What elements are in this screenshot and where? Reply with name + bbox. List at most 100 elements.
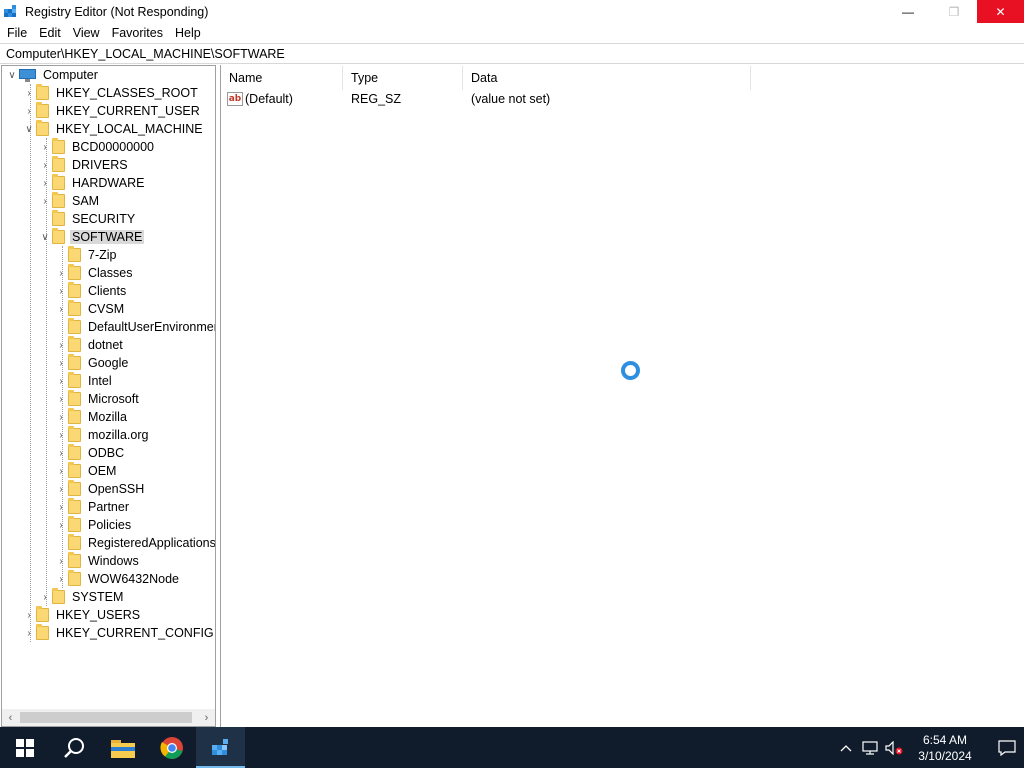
expand-chevron-icon[interactable]: › bbox=[54, 336, 68, 354]
expand-chevron-icon[interactable]: › bbox=[38, 192, 52, 210]
column-header-type[interactable]: Type bbox=[343, 66, 463, 90]
scroll-thumb[interactable] bbox=[20, 712, 192, 723]
collapse-chevron-icon[interactable]: ∨ bbox=[22, 120, 36, 138]
expand-chevron-icon[interactable]: › bbox=[22, 624, 36, 642]
tree-node-software-child[interactable]: 7-Zip bbox=[54, 246, 118, 264]
tree-node-software-child[interactable]: › Intel bbox=[54, 372, 114, 390]
expand-chevron-icon[interactable]: › bbox=[38, 156, 52, 174]
tree-node-hkcc[interactable]: › HKEY_CURRENT_CONFIG bbox=[22, 624, 215, 642]
tree-node-software-child[interactable]: › Partner bbox=[54, 498, 131, 516]
tree-node-software-child[interactable]: DefaultUserEnvironmen bbox=[54, 318, 216, 336]
tree-node-software-child[interactable]: › Policies bbox=[54, 516, 133, 534]
scroll-right-icon[interactable]: › bbox=[198, 709, 215, 726]
column-header-data[interactable]: Data bbox=[463, 66, 751, 90]
tree-node-hkcu[interactable]: › HKEY_CURRENT_USER bbox=[22, 102, 202, 120]
tree-node-software-child[interactable]: RegisteredApplications bbox=[54, 534, 215, 552]
minimize-button[interactable]: — bbox=[885, 0, 931, 23]
expand-chevron-icon[interactable]: › bbox=[54, 390, 68, 408]
regedit-icon[interactable] bbox=[196, 727, 245, 768]
notification-icon[interactable] bbox=[990, 727, 1024, 768]
tree-node-software-child[interactable]: › Windows bbox=[54, 552, 141, 570]
start-icon[interactable] bbox=[0, 727, 49, 768]
expand-chevron-icon[interactable]: › bbox=[54, 354, 68, 372]
tree-node-software-child[interactable]: › Microsoft bbox=[54, 390, 141, 408]
tree-node-bcd[interactable]: › BCD00000000 bbox=[38, 138, 156, 156]
tree-label: CVSM bbox=[88, 302, 125, 316]
tree-node-software-child[interactable]: › mozilla.org bbox=[54, 426, 150, 444]
expand-chevron-icon[interactable]: › bbox=[54, 498, 68, 516]
scroll-left-icon[interactable]: ‹ bbox=[2, 709, 19, 726]
expand-chevron-icon[interactable]: › bbox=[38, 174, 52, 192]
expand-chevron-icon[interactable]: › bbox=[54, 372, 68, 390]
expand-chevron-icon[interactable]: › bbox=[38, 588, 52, 606]
tree-label: mozilla.org bbox=[88, 428, 149, 442]
menu-file[interactable]: File bbox=[1, 23, 33, 43]
chrome-icon[interactable] bbox=[147, 727, 196, 768]
menu-help[interactable]: Help bbox=[169, 23, 207, 43]
tree-node-hardware[interactable]: › HARDWARE bbox=[38, 174, 146, 192]
tree-label: DefaultUserEnvironmen bbox=[88, 320, 216, 334]
tree-node-hklm[interactable]: ∨ HKEY_LOCAL_MACHINE bbox=[22, 120, 205, 138]
expand-chevron-icon[interactable]: › bbox=[22, 102, 36, 120]
chevron-up-icon[interactable] bbox=[834, 727, 858, 768]
expand-chevron-icon[interactable]: › bbox=[54, 552, 68, 570]
tree-node-software-child[interactable]: › ODBC bbox=[54, 444, 126, 462]
tree-node-software-child[interactable]: › Clients bbox=[54, 282, 128, 300]
tree-node-software-child[interactable]: › OpenSSH bbox=[54, 480, 146, 498]
maximize-button[interactable]: ❐ bbox=[931, 0, 977, 23]
horizontal-scrollbar[interactable]: ‹ › bbox=[2, 709, 215, 726]
file-explorer-icon[interactable] bbox=[98, 727, 147, 768]
tree-node-computer[interactable]: ∨ Computer bbox=[5, 66, 100, 84]
tree-node-sam[interactable]: › SAM bbox=[38, 192, 101, 210]
taskbar-clock[interactable]: 6:54 AM 3/10/2024 bbox=[910, 732, 980, 764]
tree-node-hkcr[interactable]: › HKEY_CLASSES_ROOT bbox=[22, 84, 200, 102]
expand-chevron-icon[interactable]: › bbox=[54, 426, 68, 444]
volume-muted-icon[interactable] bbox=[882, 727, 906, 768]
busy-spinner-icon bbox=[621, 361, 640, 380]
tree-node-software-child[interactable]: › Mozilla bbox=[54, 408, 129, 426]
address-bar[interactable]: Computer\HKEY_LOCAL_MACHINE\SOFTWARE bbox=[0, 43, 1024, 64]
network-icon[interactable] bbox=[858, 727, 882, 768]
expand-chevron-icon[interactable]: › bbox=[54, 282, 68, 300]
collapse-chevron-icon[interactable]: ∨ bbox=[38, 228, 52, 246]
collapse-chevron-icon[interactable]: ∨ bbox=[5, 66, 19, 84]
menu-view[interactable]: View bbox=[67, 23, 106, 43]
tree-node-system[interactable]: › SYSTEM bbox=[38, 588, 125, 606]
tree-node-hku[interactable]: › HKEY_USERS bbox=[22, 606, 142, 624]
tree-node-software-child[interactable]: › OEM bbox=[54, 462, 118, 480]
expand-chevron-icon[interactable]: › bbox=[54, 300, 68, 318]
expand-chevron-icon[interactable]: › bbox=[54, 570, 68, 588]
expand-chevron-icon[interactable]: › bbox=[38, 138, 52, 156]
expand-chevron-icon[interactable]: › bbox=[54, 408, 68, 426]
tree-label: HKEY_CURRENT_CONFIG bbox=[56, 626, 214, 640]
tree-node-drivers[interactable]: › DRIVERS bbox=[38, 156, 130, 174]
tree-node-software-child[interactable]: › WOW6432Node bbox=[54, 570, 181, 588]
tree-label: Computer bbox=[43, 68, 98, 82]
search-icon[interactable] bbox=[49, 727, 98, 768]
tree-node-software-child[interactable]: › Google bbox=[54, 354, 130, 372]
expand-chevron-icon[interactable]: › bbox=[54, 516, 68, 534]
expand-chevron-icon[interactable]: › bbox=[54, 462, 68, 480]
menu-favorites[interactable]: Favorites bbox=[106, 23, 169, 43]
tree-node-software[interactable]: ∨ SOFTWARE bbox=[38, 228, 145, 246]
expand-chevron-icon[interactable]: › bbox=[22, 606, 36, 624]
expand-chevron-icon[interactable]: › bbox=[54, 444, 68, 462]
value-row[interactable]: ab (Default) REG_SZ (value not set) bbox=[221, 90, 550, 108]
tree-label: Classes bbox=[88, 266, 133, 280]
tree-label: Policies bbox=[88, 518, 132, 532]
tree-label: Windows bbox=[88, 554, 139, 568]
column-header-name[interactable]: Name bbox=[221, 66, 343, 90]
close-button[interactable]: ✕ bbox=[977, 0, 1024, 23]
expand-chevron-icon[interactable]: › bbox=[22, 84, 36, 102]
tree-node-software-child[interactable]: › CVSM bbox=[54, 300, 126, 318]
tree-node-software-child[interactable]: › Classes bbox=[54, 264, 134, 282]
folder-icon bbox=[68, 372, 81, 388]
expand-chevron-icon[interactable]: › bbox=[54, 480, 68, 498]
tree-node-software-child[interactable]: › dotnet bbox=[54, 336, 125, 354]
key-tree[interactable]: ∨ Computer › HKEY_CLASSES_ROOT › HKEY_CU… bbox=[1, 65, 216, 727]
expand-chevron-icon[interactable]: › bbox=[54, 264, 68, 282]
values-list[interactable]: Name Type Data ab (Default) REG_SZ (valu… bbox=[220, 65, 1024, 727]
menu-edit[interactable]: Edit bbox=[33, 23, 67, 43]
tree-node-security[interactable]: SECURITY bbox=[38, 210, 137, 228]
folder-icon bbox=[68, 390, 81, 406]
